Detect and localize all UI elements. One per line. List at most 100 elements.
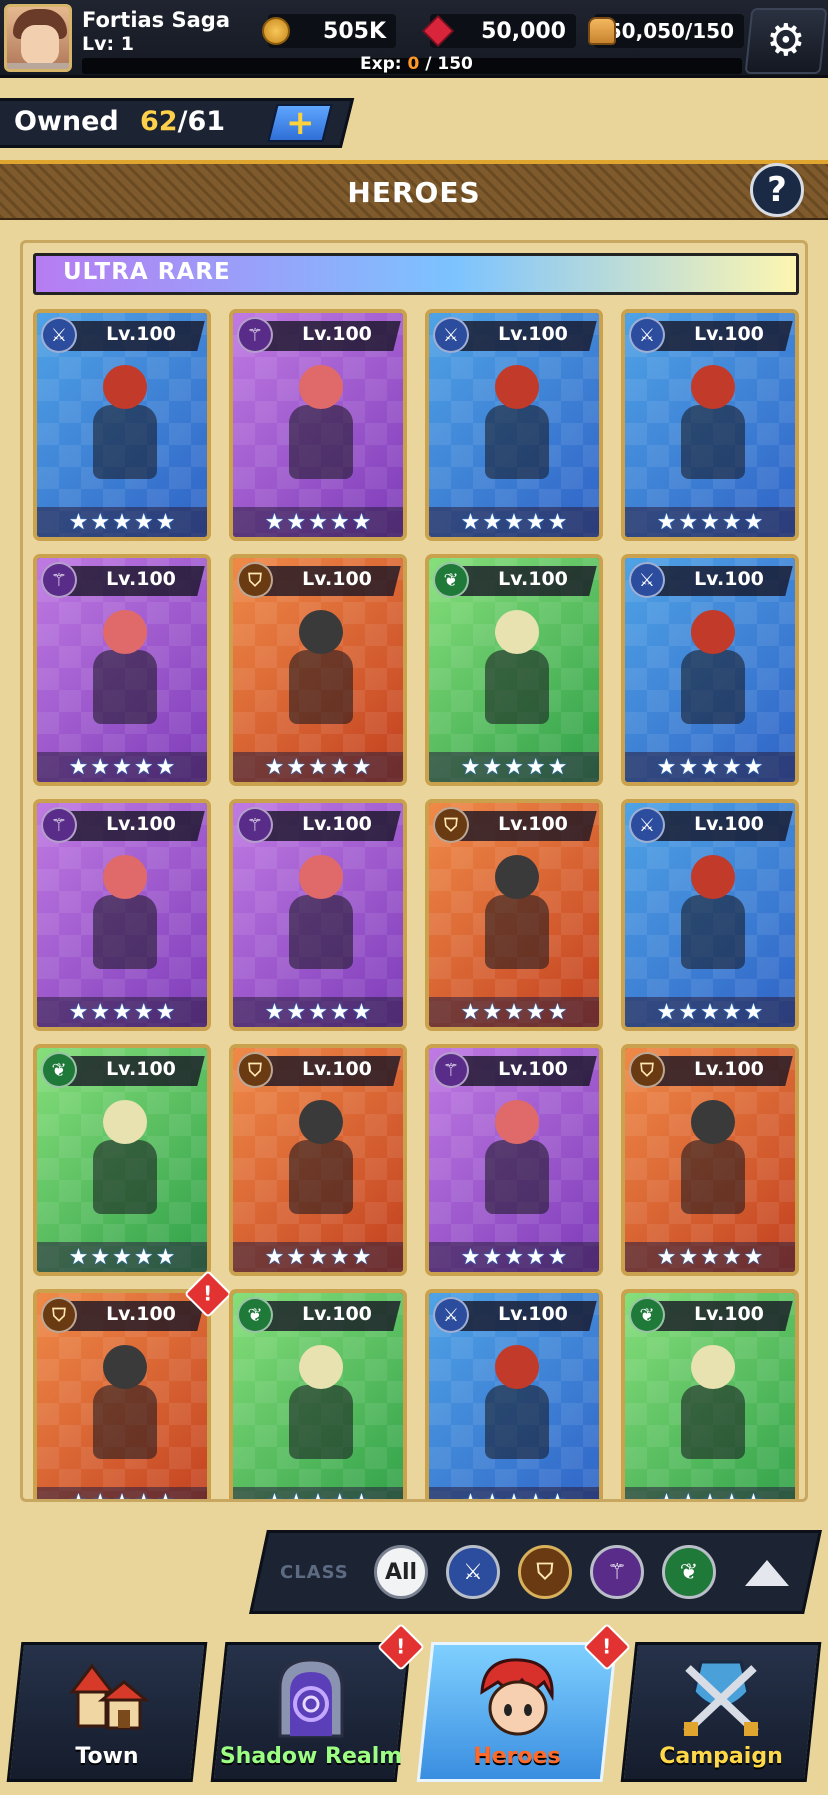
hero-portrait — [271, 610, 371, 730]
collapse-filter-icon[interactable] — [745, 1560, 789, 1586]
portal-icon — [278, 1658, 344, 1738]
help-button[interactable]: ? — [750, 163, 804, 217]
star-icon: ★ — [90, 999, 111, 1025]
hero-level: Lv.100 — [694, 568, 764, 590]
hero-card[interactable]: Lv.100 ⛉ ★ ★ ★ ★ ★ — [33, 1289, 211, 1502]
hero-panel[interactable]: ULTRA RARE Lv.100 ⚔ ★ ★ ★ ★ ★ Lv.100 ⚚ ★ ★ ★ ★ ★ Lv.10… — [20, 240, 808, 1502]
hero-level: Lv.100 — [106, 1058, 176, 1080]
hero-card[interactable]: Lv.100 ❦ ★ ★ ★ ★ ★ — [425, 554, 603, 786]
hero-card[interactable]: Lv.100 ⛉ ★ ★ ★ ★ ★ — [229, 554, 407, 786]
gold-value: 505K — [323, 18, 386, 44]
star-icon: ★ — [286, 754, 307, 780]
star-icon: ★ — [700, 999, 720, 1025]
star-icon: ★ — [155, 1489, 176, 1502]
hero-level: Lv.100 — [498, 813, 568, 835]
filter-all-button[interactable]: All — [374, 1545, 428, 1599]
star-icon: ★ — [700, 1489, 720, 1502]
star-icon: ★ — [743, 999, 764, 1025]
star-icon: ★ — [460, 754, 481, 780]
food-counter[interactable]: 50,050/150 — [588, 14, 744, 48]
hero-portrait — [467, 365, 567, 485]
star-icon: ★ — [482, 1489, 503, 1502]
leaf-icon: ❦ — [41, 1052, 77, 1088]
crossed-swords-icon: ⚔ — [629, 562, 665, 598]
star-icon: ★ — [351, 1244, 372, 1270]
star-rating: ★ ★ ★ ★ ★ — [233, 752, 403, 782]
hero-card[interactable]: Lv.100 ⛉ ★ ★ ★ ★ ★ — [425, 799, 603, 1031]
star-icon: ★ — [112, 1489, 132, 1502]
hero-card[interactable]: Lv.100 ⚚ ★ ★ ★ ★ ★ — [425, 1044, 603, 1276]
gem-counter[interactable]: 50,000 — [422, 14, 576, 48]
filter-mage-button[interactable]: ⚚ — [590, 1545, 644, 1599]
star-icon: ★ — [264, 1244, 285, 1270]
star-icon: ★ — [133, 1244, 154, 1270]
crossed-swords-icon: ⚔ — [433, 317, 469, 353]
star-icon: ★ — [351, 1489, 372, 1502]
star-icon: ★ — [155, 509, 176, 535]
star-icon: ★ — [90, 754, 111, 780]
hero-portrait — [663, 365, 763, 485]
hero-card[interactable]: Lv.100 ❦ ★ ★ ★ ★ ★ — [621, 1289, 799, 1502]
filter-warrior-button[interactable]: ⚔ — [446, 1545, 500, 1599]
star-icon: ★ — [133, 1489, 154, 1502]
star-icon: ★ — [547, 999, 568, 1025]
hero-card[interactable]: Lv.100 ⚔ ★ ★ ★ ★ ★ — [621, 554, 799, 786]
hero-card[interactable]: Lv.100 ⚔ ★ ★ ★ ★ ★ — [621, 309, 799, 541]
star-icon: ★ — [90, 1244, 111, 1270]
hero-level: Lv.100 — [694, 813, 764, 835]
hero-card[interactable]: Lv.100 ❦ ★ ★ ★ ★ ★ — [229, 1289, 407, 1502]
hero-card[interactable]: Lv.100 ⚚ ★ ★ ★ ★ ★ — [229, 309, 407, 541]
star-icon: ★ — [133, 754, 154, 780]
star-rating: ★ ★ ★ ★ ★ — [625, 1487, 795, 1502]
hero-level: Lv.100 — [498, 1303, 568, 1325]
gold-counter[interactable]: 505K — [262, 14, 396, 48]
bread-icon — [588, 17, 616, 45]
nav-town-label: Town — [75, 1744, 139, 1769]
exp-current: 0 — [407, 54, 420, 74]
staff-icon: ⚚ — [433, 1052, 469, 1088]
hero-card[interactable]: Lv.100 ⛉ ★ ★ ★ ★ ★ — [229, 1044, 407, 1276]
expand-slots-button[interactable]: + — [267, 103, 333, 143]
player-name: Fortias Saga — [82, 8, 230, 32]
star-icon: ★ — [351, 754, 372, 780]
gold-coin-icon — [262, 17, 290, 45]
star-rating: ★ ★ ★ ★ ★ — [37, 1487, 207, 1502]
hero-card[interactable]: Lv.100 ⚔ ★ ★ ★ ★ ★ — [33, 309, 211, 541]
crossed-swords-icon: ⚔ — [629, 317, 665, 353]
hero-card[interactable]: Lv.100 ⚚ ★ ★ ★ ★ ★ — [33, 799, 211, 1031]
hero-card[interactable]: Lv.100 ❦ ★ ★ ★ ★ ★ — [33, 1044, 211, 1276]
star-icon: ★ — [308, 509, 328, 535]
star-icon: ★ — [656, 1489, 677, 1502]
hero-level: Lv.100 — [694, 1058, 764, 1080]
filter-support-button[interactable]: ❦ — [662, 1545, 716, 1599]
star-icon: ★ — [525, 999, 546, 1025]
hero-card[interactable]: Lv.100 ⚚ ★ ★ ★ ★ ★ — [229, 799, 407, 1031]
leaf-icon: ❦ — [237, 1297, 273, 1333]
star-rating: ★ ★ ★ ★ ★ — [233, 1242, 403, 1272]
star-rating: ★ ★ ★ ★ ★ — [625, 1242, 795, 1272]
hero-level: Lv.100 — [302, 1058, 372, 1080]
star-icon: ★ — [656, 509, 677, 535]
hero-card[interactable]: Lv.100 ⚚ ★ ★ ★ ★ ★ — [33, 554, 211, 786]
star-icon: ★ — [329, 754, 350, 780]
hero-card[interactable]: Lv.100 ⚔ ★ ★ ★ ★ ★ — [425, 309, 603, 541]
settings-button[interactable]: ⚙ — [744, 8, 828, 74]
star-icon: ★ — [329, 999, 350, 1025]
star-icon: ★ — [90, 509, 111, 535]
hero-portrait — [75, 1345, 175, 1465]
hero-level: Lv.100 — [106, 813, 176, 835]
star-icon: ★ — [547, 1244, 568, 1270]
filter-tank-button[interactable]: ⛉ — [518, 1545, 572, 1599]
hero-portrait — [663, 1100, 763, 1220]
hero-card[interactable]: Lv.100 ⚔ ★ ★ ★ ★ ★ — [425, 1289, 603, 1502]
star-icon: ★ — [155, 999, 176, 1025]
hero-portrait — [271, 365, 371, 485]
crossed-swords-icon: ⚔ — [433, 1297, 469, 1333]
hero-portrait — [271, 1345, 371, 1465]
hero-card[interactable]: Lv.100 ⚔ ★ ★ ★ ★ ★ — [621, 799, 799, 1031]
hero-card[interactable]: Lv.100 ⛉ ★ ★ ★ ★ ★ — [621, 1044, 799, 1276]
star-icon: ★ — [482, 754, 503, 780]
player-avatar[interactable] — [4, 4, 72, 72]
star-icon: ★ — [656, 999, 677, 1025]
star-icon: ★ — [700, 509, 720, 535]
